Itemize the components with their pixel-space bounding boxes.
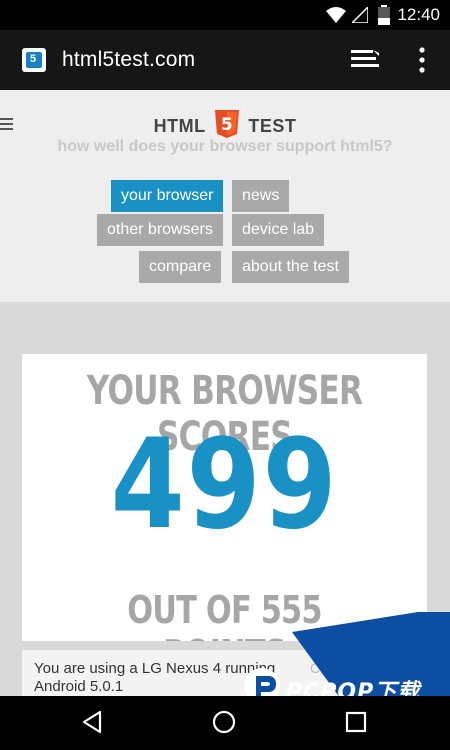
device-info-text: You are using a LG Nexus 4 running Andro… (34, 660, 304, 696)
device-info-line-2: Android 5.0.1 (34, 678, 124, 695)
score-value: 499 (110, 413, 339, 557)
logo-badge: 5 (221, 115, 233, 135)
battery-icon (378, 5, 390, 25)
logo-text-right: TEST (248, 116, 297, 136)
logo-text-left: HTML (153, 116, 206, 136)
recent-apps-icon[interactable] (345, 711, 367, 733)
tabs-icon[interactable] (350, 48, 380, 72)
wifi-icon (326, 7, 346, 23)
back-icon[interactable] (80, 710, 104, 734)
home-icon[interactable] (211, 709, 237, 735)
nav-news-button[interactable]: news (232, 180, 290, 212)
url-bar[interactable]: html5test.com (62, 48, 195, 72)
signal-icon (352, 7, 368, 23)
device-info-card: You are using a LG Nexus 4 running Andro… (22, 650, 427, 696)
site-logo[interactable]: HTML 5 TEST (0, 110, 450, 138)
nav-about-the-test-button[interactable]: about the test (232, 251, 349, 283)
nav-your-browser-button[interactable]: your browser (111, 180, 224, 212)
score-total: OUT OF 555 POINTS (127, 588, 322, 641)
html5-shield-icon: 5 (214, 110, 239, 138)
status-bar: 12:40 (0, 0, 450, 30)
nav-other-browsers-button[interactable]: other browsers (97, 214, 223, 246)
correct-link[interactable]: Corr (310, 660, 337, 676)
nav-compare-button[interactable]: compare (139, 251, 222, 283)
site-header: HTML 5 TEST how well does your browser s… (0, 90, 450, 302)
device-info-line-1: You are using a LG Nexus 4 running (34, 660, 276, 677)
nav-device-lab-button[interactable]: device lab (232, 214, 325, 246)
html5-favicon-icon: 5 (22, 48, 46, 72)
score-card: YOUR BROWSER SCORES 499 OUT OF 555 POINT… (22, 354, 427, 641)
android-nav-bar (0, 696, 450, 750)
web-page: HTML 5 TEST how well does your browser s… (0, 90, 450, 696)
status-time: 12:40 (397, 5, 440, 24)
site-tagline: how well does your browser support html5… (57, 138, 393, 155)
browser-toolbar: 5 html5test.com (0, 30, 450, 90)
overflow-menu-icon[interactable] (414, 46, 430, 74)
